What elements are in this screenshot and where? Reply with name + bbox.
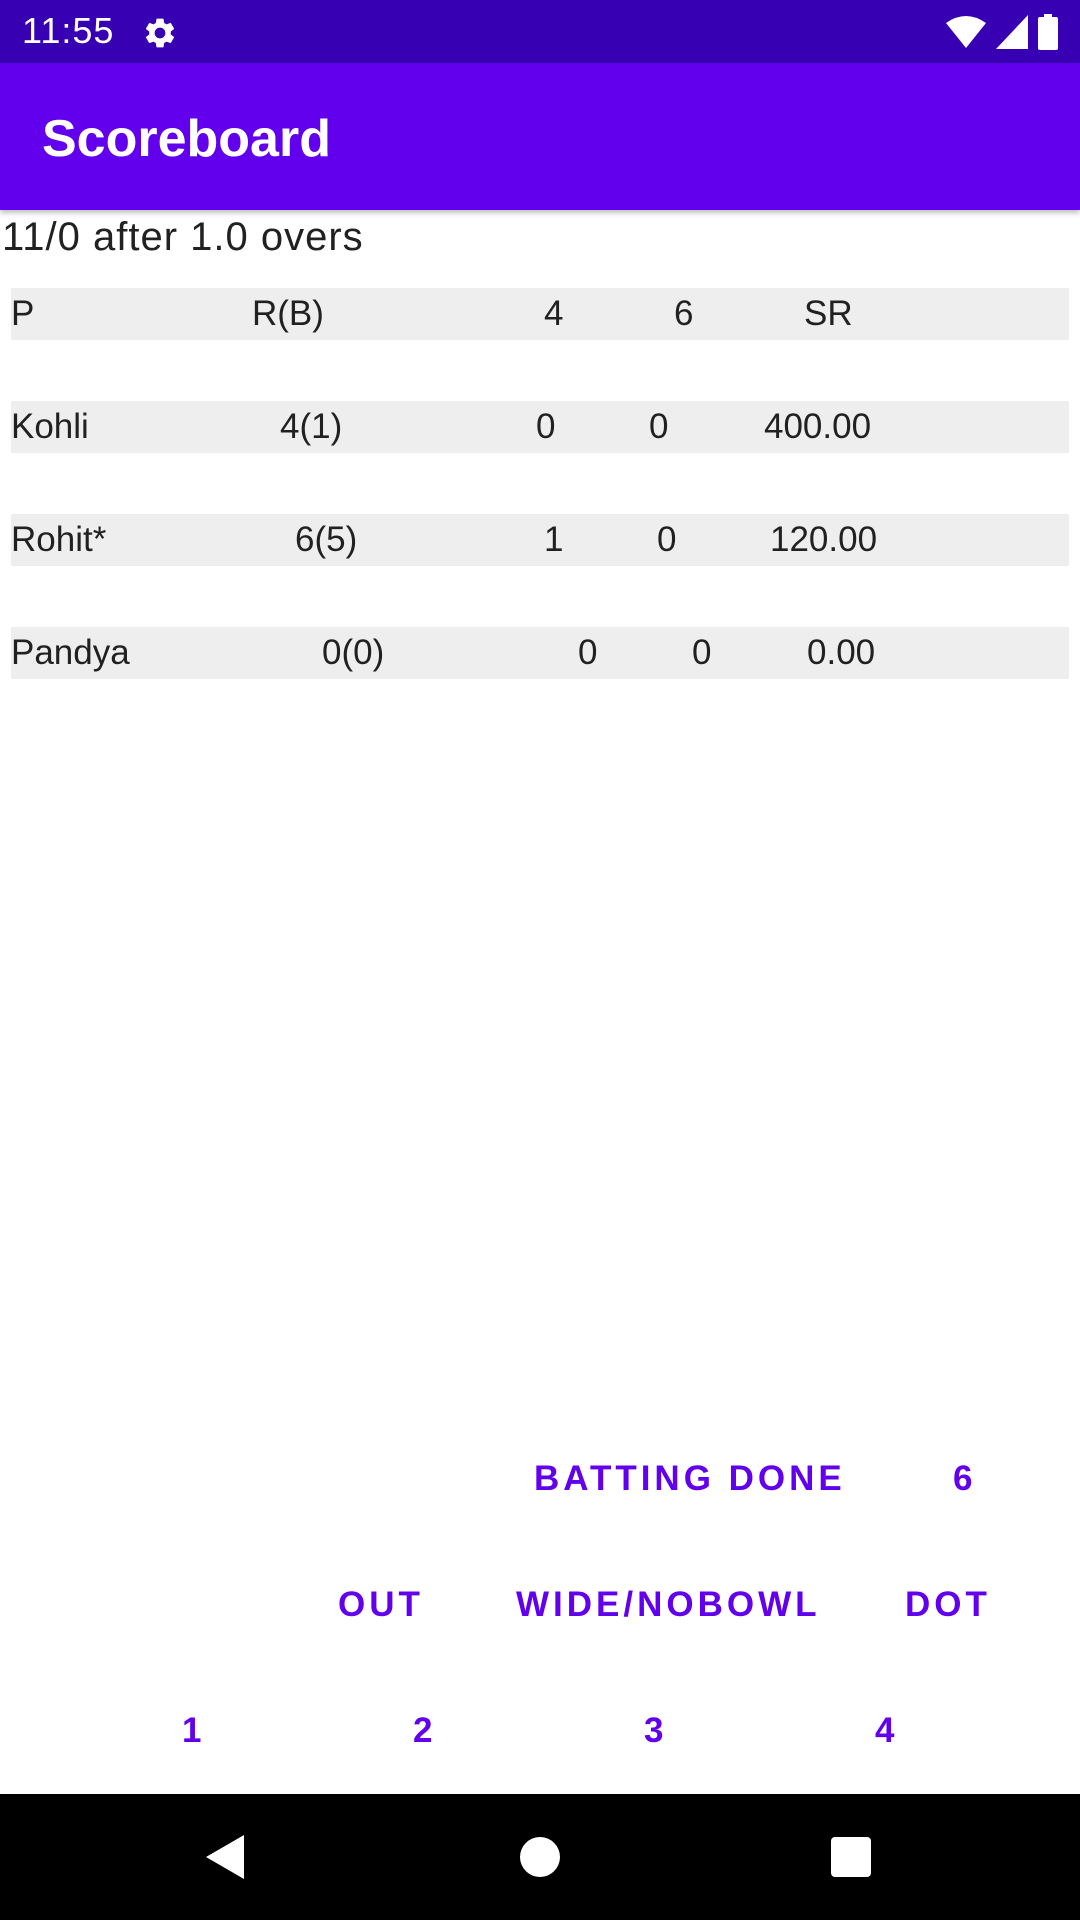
- dot-ball-button[interactable]: DOT: [905, 1585, 991, 1625]
- header-fours: 4: [544, 294, 564, 333]
- score-summary: 11/0 after 1.0 overs: [2, 215, 364, 259]
- player-fours: 1: [544, 520, 564, 559]
- four-runs-button[interactable]: 4: [875, 1711, 898, 1751]
- header-runs-balls: R(B): [252, 294, 324, 333]
- back-icon[interactable]: [198, 1829, 254, 1885]
- header-player: P: [11, 294, 35, 333]
- status-bar: 11:55: [0, 0, 1080, 63]
- player-sixes: 0: [692, 633, 712, 672]
- settings-icon: [145, 18, 175, 48]
- status-icons: [946, 14, 1058, 50]
- player-fours: 0: [578, 633, 598, 672]
- table-row: Pandya 0(0) 0 0 0.00: [11, 627, 1069, 679]
- recents-icon[interactable]: [823, 1829, 879, 1885]
- player-sixes: 0: [657, 520, 677, 559]
- player-strike-rate: 400.00: [764, 407, 872, 446]
- player-runs-balls: 6(5): [295, 520, 358, 559]
- player-runs-balls: 0(0): [322, 633, 385, 672]
- one-run-button[interactable]: 1: [182, 1711, 205, 1751]
- cellular-signal-icon: [996, 15, 1028, 49]
- player-name: Rohit*: [11, 520, 107, 559]
- status-time: 11:55: [22, 10, 115, 51]
- batting-done-button[interactable]: BATTING DONE: [534, 1459, 846, 1499]
- player-name: Kohli: [11, 407, 89, 446]
- table-row: Kohli 4(1) 0 0 400.00: [11, 401, 1069, 453]
- header-sixes: 6: [674, 294, 694, 333]
- out-button[interactable]: OUT: [338, 1585, 424, 1625]
- six-runs-button[interactable]: 6: [953, 1459, 976, 1499]
- header-strike-rate: SR: [804, 294, 853, 333]
- player-sixes: 0: [649, 407, 669, 446]
- player-name: Pandya: [11, 633, 130, 672]
- player-strike-rate: 120.00: [770, 520, 878, 559]
- page-title: Scoreboard: [42, 110, 331, 168]
- navigation-bar: [0, 1794, 1080, 1920]
- player-runs-balls: 4(1): [280, 407, 343, 446]
- table-row: Rohit* 6(5) 1 0 120.00: [11, 514, 1069, 566]
- table-header-row: P R(B) 4 6 SR: [11, 288, 1069, 340]
- player-strike-rate: 0.00: [807, 633, 876, 672]
- battery-icon: [1038, 14, 1058, 50]
- home-icon[interactable]: [512, 1829, 568, 1885]
- wide-noball-button[interactable]: WIDE/NOBOWL: [516, 1585, 821, 1625]
- player-fours: 0: [536, 407, 556, 446]
- three-runs-button[interactable]: 3: [644, 1711, 667, 1751]
- wifi-icon: [946, 16, 986, 48]
- two-runs-button[interactable]: 2: [413, 1711, 436, 1751]
- app-bar: Scoreboard: [0, 63, 1080, 210]
